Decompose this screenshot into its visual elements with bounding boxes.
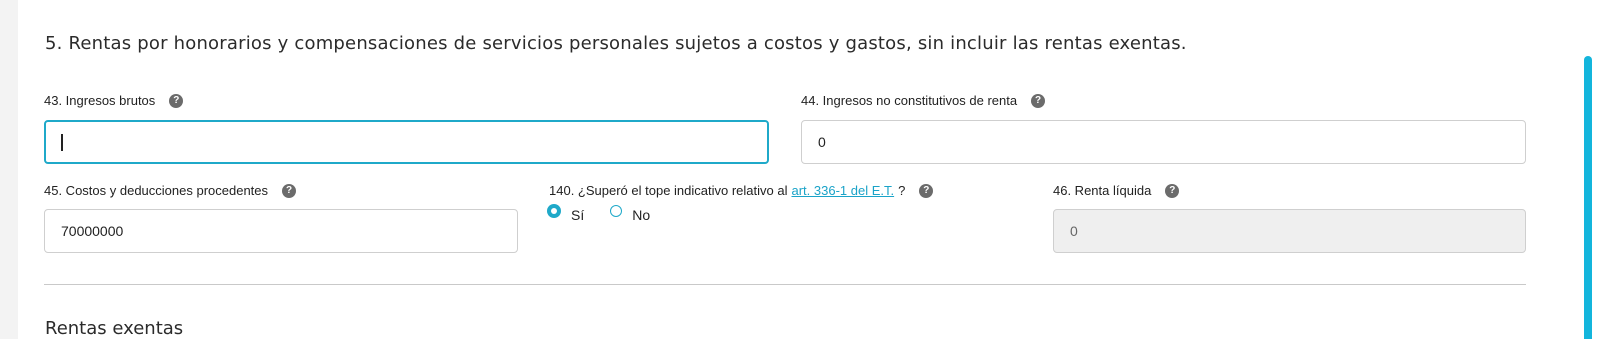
field-44-label: 44. Ingresos no constitutivos de renta ?: [801, 93, 1046, 108]
tope-indicativo-radio-group: Sí No: [547, 204, 676, 223]
field-43-label-text: 43. Ingresos brutos: [44, 93, 156, 108]
field-140-label-suffix: ?: [898, 183, 906, 198]
field-46-label: 46. Renta líquida ?: [1053, 183, 1180, 198]
help-icon[interactable]: ?: [1165, 183, 1180, 198]
field-140-label-prefix: 140. ¿Superó el tope indicativo relativo…: [549, 183, 788, 198]
help-icon[interactable]: ?: [282, 183, 297, 198]
help-icon[interactable]: ?: [1031, 93, 1046, 108]
field-45-label-text: 45. Costos y deducciones procedentes: [44, 183, 269, 198]
form-card: 5. Rentas por honorarios y compensacione…: [18, 0, 1600, 339]
field-45-label: 45. Costos y deducciones procedentes ?: [44, 183, 297, 198]
help-icon[interactable]: ?: [919, 183, 934, 198]
field-44-label-text: 44. Ingresos no constitutivos de renta: [801, 93, 1018, 108]
section-divider: [44, 284, 1526, 285]
renta-liquida-input: 0: [1053, 209, 1526, 253]
radio-no-label: No: [632, 207, 651, 223]
rentas-exentas-title: Rentas exentas: [45, 318, 184, 339]
help-icon[interactable]: ?: [169, 93, 184, 108]
vertical-scrollbar[interactable]: [1584, 56, 1592, 339]
radio-option-si[interactable]: Sí: [547, 204, 585, 223]
costos-deducciones-value: 70000000: [61, 223, 124, 239]
field-43-label: 43. Ingresos brutos ?: [44, 93, 184, 108]
field-46-label-text: 46. Renta líquida: [1053, 183, 1152, 198]
radio-si-label: Sí: [571, 207, 585, 223]
radio-no-button[interactable]: [610, 205, 623, 217]
section-title: 5. Rentas por honorarios y compensacione…: [45, 33, 1187, 54]
field-140-label: 140. ¿Superó el tope indicativo relativo…: [549, 183, 934, 198]
ingresos-brutos-input[interactable]: [44, 120, 769, 164]
radio-si-button[interactable]: [547, 204, 561, 218]
ingresos-no-constitutivos-input[interactable]: 0: [801, 120, 1526, 164]
renta-liquida-value: 0: [1070, 223, 1078, 239]
art-336-1-link[interactable]: art. 336-1 del E.T.: [791, 183, 894, 198]
radio-option-no[interactable]: No: [610, 205, 651, 223]
ingresos-no-constitutivos-value: 0: [818, 134, 826, 150]
text-cursor: [61, 133, 63, 151]
costos-deducciones-input[interactable]: 70000000: [44, 209, 518, 253]
